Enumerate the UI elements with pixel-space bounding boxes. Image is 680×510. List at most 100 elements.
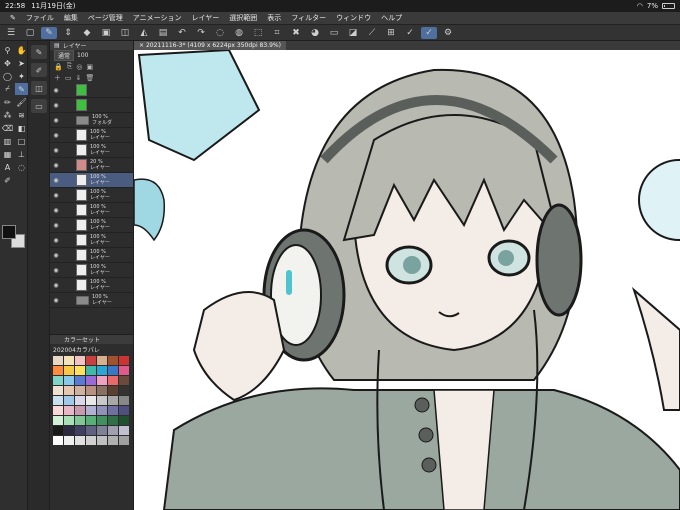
layer-row[interactable]: ◉ bbox=[50, 98, 133, 113]
brush-icon[interactable]: ✎ bbox=[41, 26, 57, 39]
color-chip[interactable] bbox=[119, 366, 129, 375]
brush-tool-icon[interactable]: 🖌 bbox=[15, 96, 28, 108]
color-chip[interactable] bbox=[86, 416, 96, 425]
foreground-color[interactable] bbox=[2, 225, 16, 239]
lasso-icon[interactable]: ◯ bbox=[1, 70, 14, 82]
settings-icon[interactable]: ⚙ bbox=[440, 27, 456, 39]
pen-icon[interactable]: ✓ bbox=[421, 26, 437, 39]
eraser-tool-icon[interactable]: ⌫ bbox=[1, 122, 14, 134]
layer-row[interactable]: ◉ 100 % レイヤー bbox=[50, 293, 133, 308]
layer-row[interactable]: ◉ 100 % レイヤー bbox=[50, 233, 133, 248]
color-chip[interactable] bbox=[97, 406, 107, 415]
eye-icon[interactable]: ◉ bbox=[50, 102, 62, 109]
color-chip[interactable] bbox=[75, 436, 85, 445]
color-chip[interactable] bbox=[108, 426, 118, 435]
delete-layer-icon[interactable]: 🗑 bbox=[86, 74, 95, 82]
eye-icon[interactable]: ◉ bbox=[50, 132, 62, 139]
new-layer-icon[interactable]: ＋ bbox=[54, 73, 61, 83]
color-chip[interactable] bbox=[108, 376, 118, 385]
color-chip[interactable] bbox=[64, 376, 74, 385]
gradient-icon[interactable]: ▥ bbox=[1, 135, 14, 147]
close-tab-icon[interactable]: × bbox=[139, 42, 146, 49]
airbrush-icon[interactable]: ⁂ bbox=[1, 109, 14, 121]
crop-icon[interactable]: ⌗ bbox=[269, 27, 285, 39]
subtool-layer-icon[interactable]: ◫ bbox=[31, 81, 47, 95]
color-chip[interactable] bbox=[64, 426, 74, 435]
merge-icon[interactable]: ⇓ bbox=[76, 74, 82, 82]
blend-mode-select[interactable]: 通常 bbox=[54, 50, 75, 61]
color-chip[interactable] bbox=[75, 386, 85, 395]
color-chip[interactable] bbox=[53, 416, 63, 425]
eye-icon[interactable]: ◉ bbox=[50, 282, 62, 289]
color-chip[interactable] bbox=[119, 406, 129, 415]
eraser-icon[interactable]: ◆ bbox=[79, 27, 95, 39]
eye-icon[interactable]: ◉ bbox=[50, 252, 62, 259]
opacity-value[interactable]: 100 bbox=[77, 52, 88, 59]
correction-icon[interactable]: ✐ bbox=[1, 174, 14, 186]
layer-row[interactable]: ◉ bbox=[50, 83, 133, 98]
color-chip[interactable] bbox=[64, 406, 74, 415]
color-chip[interactable] bbox=[97, 366, 107, 375]
subtool-pen-icon[interactable]: ✐ bbox=[31, 63, 47, 77]
fill-icon[interactable]: ◭ bbox=[136, 27, 152, 39]
hand-icon[interactable]: ✋ bbox=[15, 44, 28, 56]
select-icon[interactable]: ◌ bbox=[212, 27, 228, 39]
color-chip[interactable] bbox=[53, 386, 63, 395]
layer-row[interactable]: ◉ 100 % レイヤー bbox=[50, 188, 133, 203]
blend-icon[interactable]: ≋ bbox=[15, 109, 28, 121]
color-chip[interactable] bbox=[53, 436, 63, 445]
color-chip[interactable] bbox=[75, 376, 85, 385]
color-chip[interactable] bbox=[97, 356, 107, 365]
balloon-icon[interactable]: ◌ bbox=[15, 161, 28, 173]
menu-edit[interactable]: 編集 bbox=[64, 13, 78, 23]
bucket-icon[interactable]: ◕ bbox=[307, 27, 323, 39]
eye-icon[interactable]: ◉ bbox=[50, 162, 62, 169]
layer-row[interactable]: ◉ 20 % レイヤー bbox=[50, 158, 133, 173]
mask-layer-icon[interactable]: ▣ bbox=[86, 63, 93, 71]
color-chip[interactable] bbox=[86, 366, 96, 375]
menu-file[interactable]: ファイル bbox=[26, 13, 54, 23]
zoom-icon[interactable]: ⚲ bbox=[1, 44, 14, 56]
pencil-icon[interactable]: ✏ bbox=[1, 96, 14, 108]
ruler-tool-icon[interactable]: ⊥ bbox=[15, 148, 28, 160]
color-chip[interactable] bbox=[64, 366, 74, 375]
color-chip[interactable] bbox=[75, 396, 85, 405]
new-file-icon[interactable]: ▢ bbox=[22, 27, 38, 39]
cursor-icon[interactable]: ➤ bbox=[15, 57, 28, 69]
color-chip[interactable] bbox=[119, 416, 129, 425]
color-chip[interactable] bbox=[86, 436, 96, 445]
redo-icon[interactable]: ↷ bbox=[193, 27, 209, 39]
color-chip[interactable] bbox=[119, 376, 129, 385]
color-chip[interactable] bbox=[108, 436, 118, 445]
eye-icon[interactable]: ◉ bbox=[50, 147, 62, 154]
lock-icon[interactable]: 🔒 bbox=[54, 63, 63, 71]
text-icon[interactable]: A bbox=[1, 161, 14, 173]
color-chip[interactable] bbox=[75, 426, 85, 435]
color-chip[interactable] bbox=[53, 406, 63, 415]
guide-icon[interactable]: ⊞ bbox=[383, 27, 399, 39]
color-chip[interactable] bbox=[119, 396, 129, 405]
layer-row[interactable]: ◉ 100 % レイヤー bbox=[50, 218, 133, 233]
menu-page[interactable]: ページ管理 bbox=[88, 13, 123, 23]
eye-icon[interactable]: ◉ bbox=[50, 87, 62, 94]
frame-icon[interactable]: ▭ bbox=[326, 27, 342, 39]
color-chip[interactable] bbox=[86, 376, 96, 385]
color-set-select[interactable]: 202004カラパレ bbox=[50, 344, 133, 354]
color-chip[interactable] bbox=[108, 406, 118, 415]
menu-window[interactable]: ウィンドウ bbox=[336, 13, 371, 23]
mask-icon[interactable]: ◪ bbox=[345, 27, 361, 39]
color-chip[interactable] bbox=[64, 356, 74, 365]
layer-row[interactable]: ◉ 100 % レイヤー bbox=[50, 248, 133, 263]
pen-tool-icon[interactable]: ✎ bbox=[15, 83, 28, 95]
eyedropper-icon[interactable]: ⌿ bbox=[1, 83, 14, 95]
color-chip[interactable] bbox=[108, 416, 118, 425]
arrow-icon[interactable]: ⇕ bbox=[60, 27, 76, 39]
clear-icon[interactable]: ✖ bbox=[288, 27, 304, 39]
layer-row[interactable]: ◉ 100 % レイヤー bbox=[50, 278, 133, 293]
color-chip[interactable] bbox=[53, 426, 63, 435]
transform-icon[interactable]: ⬚ bbox=[250, 27, 266, 39]
color-chip[interactable] bbox=[97, 386, 107, 395]
color-chip[interactable] bbox=[86, 386, 96, 395]
layer-row[interactable]: ◉ 100 % レイヤー bbox=[50, 173, 133, 188]
clip-icon[interactable]: ⎘ bbox=[67, 62, 73, 71]
